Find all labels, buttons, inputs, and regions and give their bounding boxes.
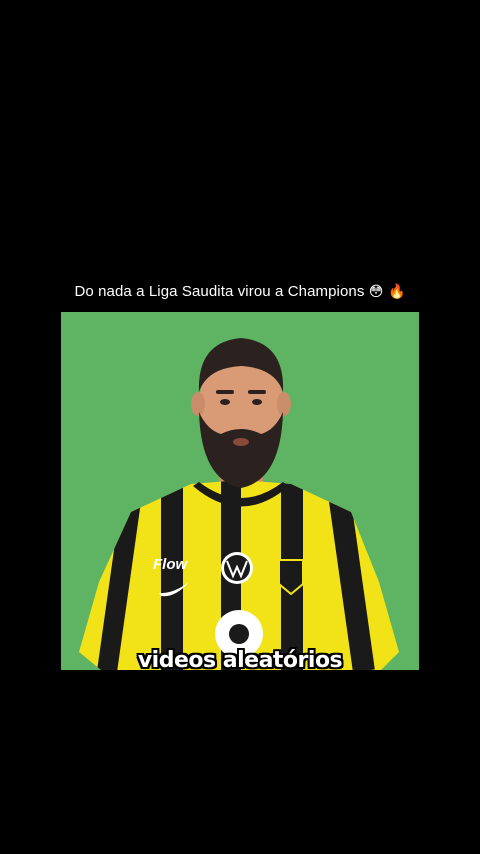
post-caption: Do nada a Liga Saudita virou a Champions… xyxy=(0,280,480,304)
caption-emojis: 😳 🔥 xyxy=(368,284,406,300)
caption-text: Do nada a Liga Saudita virou a Champions xyxy=(74,283,365,300)
video-frame-illustration: Flow xyxy=(79,338,399,670)
video-player[interactable]: Flow xyxy=(61,312,419,670)
video-watermark: videos aleatórios xyxy=(137,648,343,673)
sponsor-logo: Flow xyxy=(153,556,188,573)
